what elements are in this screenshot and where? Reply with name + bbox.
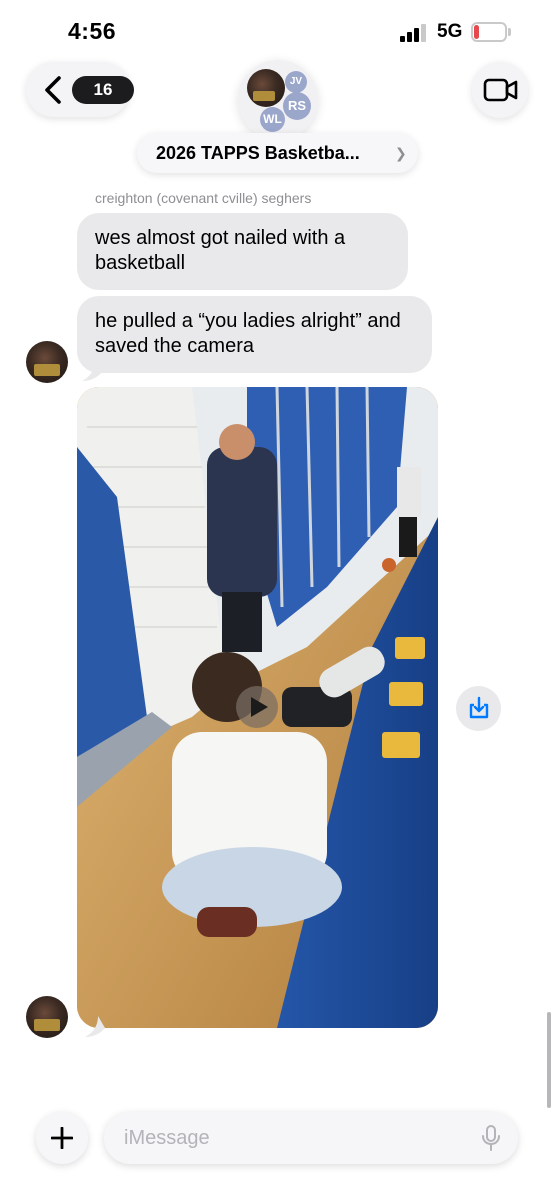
sender-avatar[interactable] [26, 341, 68, 383]
battery-icon: 18 [471, 22, 507, 42]
plus-icon [51, 1127, 73, 1149]
cellular-signal-icon [400, 24, 426, 42]
chevron-right-icon: ❯ [395, 145, 407, 161]
facetime-video-button[interactable] [472, 62, 528, 118]
imessage-conversation-screen: 4:56 5G 18 16 JV RS WL 2026 TAPPS Basket… [0, 0, 555, 1200]
message-bubble[interactable]: wes almost got nailed with a basketball [77, 213, 408, 290]
member-photo-avatar [247, 69, 285, 107]
microphone-icon[interactable] [481, 1125, 501, 1151]
save-media-button[interactable] [456, 686, 501, 731]
status-time: 4:56 [68, 18, 117, 44]
member-initials-avatar: WL [260, 107, 285, 132]
sender-avatar[interactable] [26, 996, 68, 1038]
scroll-indicator[interactable] [547, 1012, 551, 1108]
unread-count-badge: 16 [72, 76, 134, 104]
bubble-tail [85, 1016, 105, 1037]
apps-plus-button[interactable] [36, 1112, 88, 1164]
sender-name: creighton (covenant cville) seghers [95, 190, 312, 206]
network-type: 5G [437, 21, 463, 42]
play-button[interactable] [236, 686, 278, 728]
battery-percentage: 18 [481, 24, 497, 40]
member-initials-avatar: RS [283, 92, 311, 120]
play-icon [251, 697, 268, 717]
group-name: 2026 TAPPS Basketba... [156, 143, 360, 163]
message-bubble[interactable]: he pulled a “you ladies alright” and sav… [77, 296, 432, 373]
message-input[interactable] [104, 1112, 518, 1164]
back-button[interactable]: 16 [26, 62, 134, 117]
save-download-icon [469, 696, 489, 719]
video-camera-icon [483, 78, 518, 102]
chevron-left-icon [45, 76, 61, 104]
group-avatar[interactable]: JV RS WL [238, 60, 318, 140]
bubble-tail [82, 360, 102, 381]
group-name-button[interactable]: 2026 TAPPS Basketba... ❯ [137, 133, 418, 173]
member-initials-avatar: JV [285, 71, 307, 93]
battery-nub [508, 28, 511, 36]
